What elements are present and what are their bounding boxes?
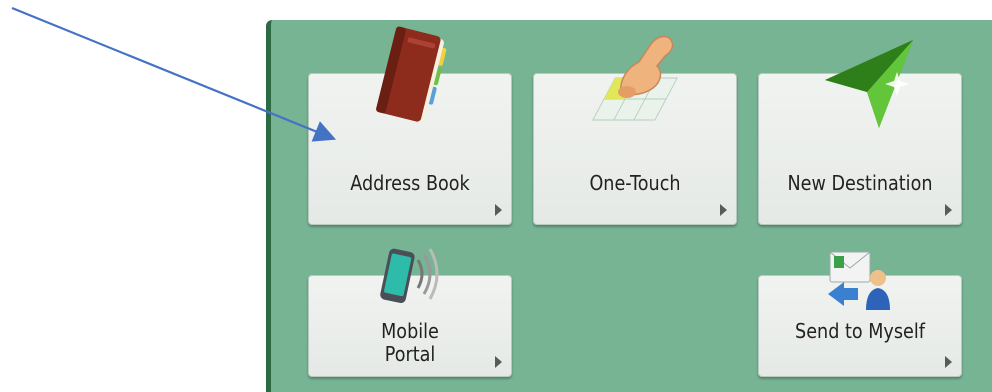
one-touch-icon xyxy=(592,35,678,121)
chevron-right-icon xyxy=(720,204,727,216)
mobile-portal-label-line1: Mobile xyxy=(381,319,439,343)
chevron-right-icon xyxy=(495,204,502,216)
send-to-myself-icon xyxy=(828,251,890,310)
new-destination-label: New Destination xyxy=(787,171,933,195)
mobile-phone-icon xyxy=(380,248,439,304)
send-to-myself-label: Send to Myself xyxy=(795,319,925,343)
chevron-right-icon xyxy=(495,356,502,368)
chevron-right-icon xyxy=(945,204,952,216)
one-touch-label: One-Touch xyxy=(589,171,681,195)
destination-panel: Address Book One-Touch New Destination M… xyxy=(266,20,992,392)
chevron-right-icon xyxy=(945,356,952,368)
mobile-portal-label-line2: Portal xyxy=(384,342,436,366)
address-book-icon xyxy=(376,26,447,123)
address-book-label: Address Book xyxy=(350,171,470,195)
paper-plane-icon xyxy=(825,40,913,128)
